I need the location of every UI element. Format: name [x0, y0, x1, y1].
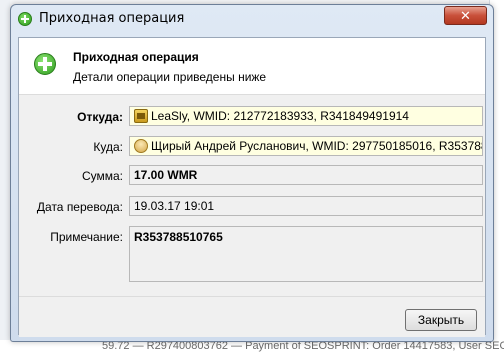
from-field[interactable]: LeaSly, WMID: 212772183933, R34184949191…: [129, 106, 483, 126]
header-subtitle: Детали операции приведены ниже: [73, 70, 267, 84]
button-bar: Закрыть: [19, 296, 485, 337]
title-bar[interactable]: Приходная операция ✕: [11, 5, 493, 31]
date-label: Дата перевода:: [36, 200, 123, 214]
window-close-button[interactable]: ✕: [444, 6, 487, 25]
note-value: R353788510765: [134, 230, 223, 244]
from-value: LeaSly, WMID: 212772183933, R34184949191…: [151, 109, 409, 123]
plus-circle-icon: [18, 12, 32, 26]
to-value: Щирый Андрей Русланович, WMID: 297750185…: [151, 139, 483, 153]
background-app-left: [0, 0, 10, 352]
window-title: Приходная операция: [39, 11, 185, 26]
dialog-header: Приходная операция Детали операции приве…: [19, 38, 485, 95]
close-button[interactable]: Закрыть: [405, 309, 477, 331]
dialog-client-area: Приходная операция Детали операции приве…: [18, 37, 486, 337]
note-label: Примечание:: [50, 230, 123, 244]
date-value: 19.03.17 19:01: [134, 199, 215, 213]
date-field[interactable]: 19.03.17 19:01: [129, 196, 483, 216]
plus-circle-icon: [34, 53, 56, 75]
amount-label: Сумма:: [81, 169, 123, 183]
from-label: Откуда:: [77, 110, 123, 124]
to-label: Куда:: [93, 140, 123, 154]
header-title: Приходная операция: [73, 50, 199, 64]
amount-field[interactable]: 17.00 WMR: [129, 165, 483, 185]
to-field[interactable]: Щирый Андрей Русланович, WMID: 297750185…: [129, 136, 483, 156]
incoming-operation-dialog: Приходная операция ✕ Приходная операция …: [10, 4, 494, 342]
person-icon: [134, 139, 148, 153]
amount-value: 17.00 WMR: [134, 168, 198, 182]
note-field[interactable]: R353788510765: [129, 226, 483, 282]
wallet-icon: [134, 109, 148, 123]
